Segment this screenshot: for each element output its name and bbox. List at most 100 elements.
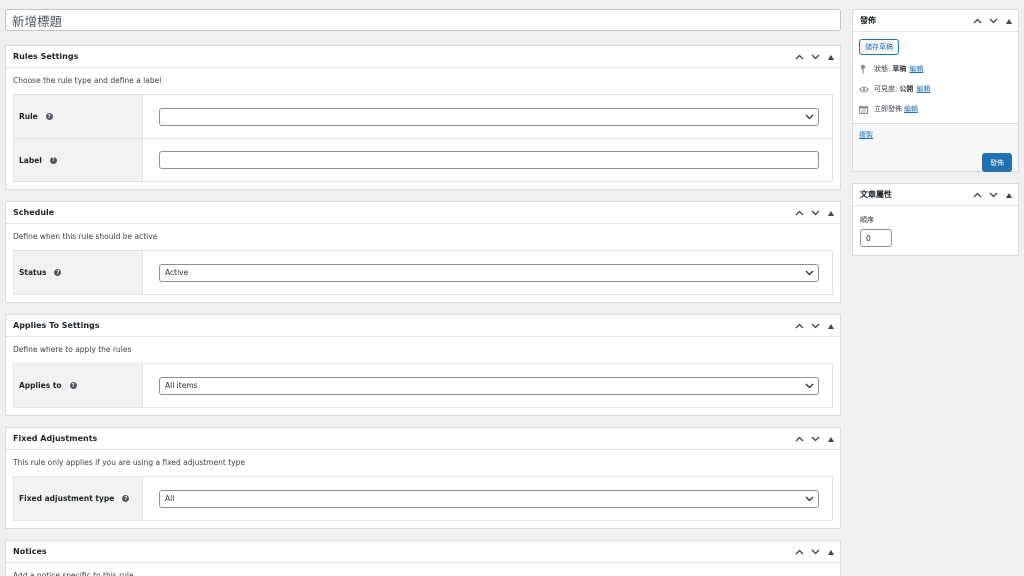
publish-body: 儲存草稿 狀態: 草稿 編輯 可見度: 公開 編輯 立即發佈 編輯 bbox=[853, 32, 1018, 115]
chevron-up-icon[interactable] bbox=[794, 547, 804, 557]
box-title: Schedule bbox=[13, 208, 55, 217]
sidebar: 發佈 儲存草稿 狀態: 草稿 編輯 可見度: 公開 編輯 立即發佈 編輯 複製 … bbox=[852, 9, 1019, 267]
box-controls bbox=[972, 184, 1014, 206]
post-title-input[interactable]: 新增標題 bbox=[5, 9, 841, 31]
status-row: 狀態: 草稿 編輯 bbox=[859, 63, 1012, 75]
chevron-down-icon[interactable] bbox=[810, 547, 820, 557]
chevron-up-icon[interactable] bbox=[794, 52, 804, 62]
post-attributes-box: 文章屬性 順序 0 bbox=[852, 183, 1019, 256]
box-controls bbox=[794, 428, 836, 450]
help-icon[interactable]: ? bbox=[49, 156, 57, 164]
box-controls bbox=[794, 315, 836, 337]
applies-to-box: Applies To Settings Define where to appl… bbox=[5, 314, 841, 416]
chevron-up-icon[interactable] bbox=[972, 190, 982, 200]
field-cell: Active bbox=[143, 251, 832, 294]
box-header: 發佈 bbox=[853, 10, 1018, 32]
status-label: 狀態: bbox=[874, 65, 891, 73]
box-header: Rules Settings bbox=[6, 46, 840, 68]
rule-select[interactable] bbox=[159, 107, 819, 126]
settings-table: Status? Active bbox=[13, 250, 833, 295]
chevron-down-icon[interactable] bbox=[810, 208, 820, 218]
box-title: Notices bbox=[13, 547, 47, 556]
schedule-row: 立即發佈 編輯 bbox=[859, 103, 1012, 115]
settings-table: Rule? Label? bbox=[13, 94, 833, 182]
triangle-up-icon[interactable] bbox=[1004, 16, 1014, 26]
field-label-text: Label bbox=[19, 155, 42, 165]
field-label-text: Status bbox=[19, 268, 47, 277]
fixed-adjustment-type-select[interactable]: All bbox=[159, 489, 819, 508]
table-row: Applies to? All items bbox=[14, 364, 832, 407]
chevron-down-icon[interactable] bbox=[810, 321, 820, 331]
chevron-down-icon bbox=[805, 113, 814, 123]
field-cell bbox=[143, 95, 832, 138]
triangle-up-icon[interactable] bbox=[826, 434, 836, 444]
visibility-value: 公開 bbox=[899, 85, 914, 93]
chevron-down-icon bbox=[805, 382, 814, 392]
box-title: Fixed Adjustments bbox=[13, 434, 98, 443]
applies-to-select[interactable]: All items bbox=[159, 376, 819, 395]
label-input[interactable] bbox=[159, 151, 819, 169]
publish-box: 發佈 儲存草稿 狀態: 草稿 編輯 可見度: 公開 編輯 立即發佈 編輯 複製 … bbox=[852, 9, 1019, 172]
chevron-up-icon[interactable] bbox=[794, 321, 804, 331]
calendar-icon bbox=[859, 105, 871, 114]
chevron-up-icon[interactable] bbox=[794, 208, 804, 218]
box-title: Applies To Settings bbox=[13, 321, 100, 330]
select-value: Active bbox=[165, 268, 189, 277]
box-description: This rule only applies if you are using … bbox=[13, 458, 245, 467]
save-draft-button[interactable]: 儲存草稿 bbox=[859, 39, 899, 55]
triangle-up-icon[interactable] bbox=[826, 321, 836, 331]
main-column: 新增標題 Rules Settings Choose the rule type… bbox=[5, 9, 841, 576]
chevron-up-icon[interactable] bbox=[794, 434, 804, 444]
attributes-body: 順序 0 bbox=[853, 206, 1018, 255]
help-icon[interactable]: ? bbox=[69, 382, 77, 389]
publish-footer: 複製 發佈 bbox=[853, 123, 1018, 172]
schedule-label: 立即發佈 bbox=[874, 105, 902, 113]
triangle-up-icon[interactable] bbox=[826, 547, 836, 557]
box-controls bbox=[794, 202, 836, 224]
field-label: Applies to? bbox=[14, 364, 143, 407]
help-icon[interactable]: ? bbox=[45, 113, 53, 120]
field-label: Rule? bbox=[14, 95, 143, 138]
chevron-up-icon[interactable] bbox=[972, 16, 982, 26]
field-cell: All items bbox=[143, 364, 832, 407]
box-controls bbox=[794, 541, 836, 563]
table-row: Rule? bbox=[14, 95, 832, 138]
box-header: Applies To Settings bbox=[6, 315, 840, 337]
table-row: Label? bbox=[14, 138, 832, 181]
publish-button[interactable]: 發佈 bbox=[982, 153, 1012, 172]
help-icon[interactable]: ? bbox=[54, 269, 62, 276]
box-title: 發佈 bbox=[860, 16, 876, 25]
status-select[interactable]: Active bbox=[159, 263, 819, 282]
edit-schedule-link[interactable]: 編輯 bbox=[904, 104, 918, 114]
chevron-down-icon[interactable] bbox=[988, 16, 998, 26]
triangle-up-icon[interactable] bbox=[826, 52, 836, 62]
help-icon[interactable]: ? bbox=[122, 495, 130, 502]
triangle-up-icon[interactable] bbox=[1004, 190, 1014, 200]
box-controls bbox=[794, 46, 836, 68]
edit-visibility-link[interactable]: 編輯 bbox=[916, 84, 930, 94]
box-title: Rules Settings bbox=[13, 52, 79, 61]
table-row: Fixed adjustment type? All bbox=[14, 477, 832, 520]
eye-icon bbox=[859, 86, 871, 93]
chevron-down-icon bbox=[805, 269, 814, 279]
edit-status-link[interactable]: 編輯 bbox=[909, 64, 923, 74]
rules-settings-box: Rules Settings Choose the rule type and … bbox=[5, 45, 841, 190]
field-label-text: Fixed adjustment type bbox=[19, 494, 115, 503]
box-description: Choose the rule type and define a label bbox=[13, 76, 162, 85]
settings-table: Fixed adjustment type? All bbox=[13, 476, 833, 521]
table-row: Status? Active bbox=[14, 251, 832, 294]
schedule-box: Schedule Define when this rule should be… bbox=[5, 201, 841, 303]
chevron-down-icon[interactable] bbox=[810, 434, 820, 444]
field-label-text: Rule bbox=[19, 112, 38, 121]
box-title: 文章屬性 bbox=[860, 190, 892, 199]
pin-icon bbox=[859, 64, 871, 74]
box-description: Define where to apply the rules bbox=[13, 345, 132, 354]
field-label: Fixed adjustment type? bbox=[14, 477, 143, 520]
chevron-down-icon[interactable] bbox=[988, 190, 998, 200]
box-header: Fixed Adjustments bbox=[6, 428, 840, 450]
settings-table: Applies to? All items bbox=[13, 363, 833, 408]
order-input[interactable]: 0 bbox=[860, 229, 892, 247]
triangle-up-icon[interactable] bbox=[826, 208, 836, 218]
chevron-down-icon[interactable] bbox=[810, 52, 820, 62]
copy-link[interactable]: 複製 bbox=[859, 130, 873, 140]
